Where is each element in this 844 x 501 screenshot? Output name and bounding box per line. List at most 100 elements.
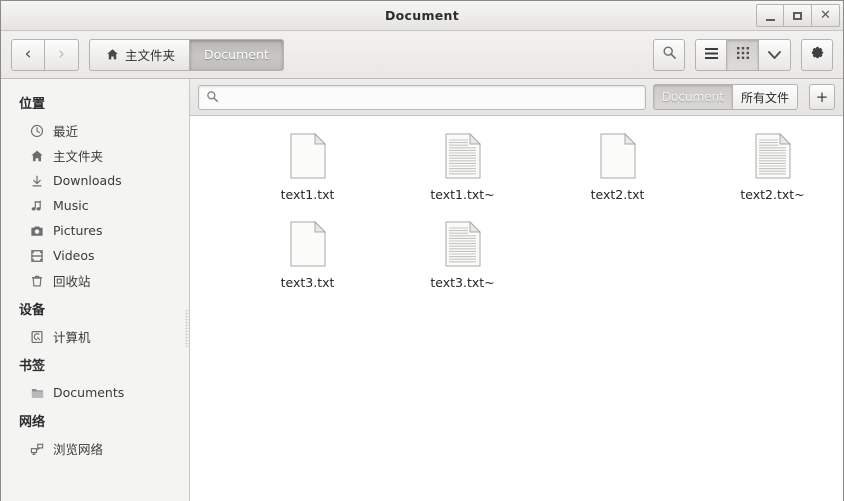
file-label: text1.txt~: [430, 187, 495, 202]
network-icon: [29, 441, 45, 457]
clock-icon: [29, 123, 45, 139]
file-label: text3.txt: [280, 275, 335, 290]
file-label: text2.txt~: [740, 187, 805, 202]
sidebar-section-devices-header: 设备: [19, 303, 46, 318]
sidebar: 位置 最近 主文件夹 Downloads Music Pictures Vide…: [1, 79, 190, 501]
sidebar-item-videos[interactable]: Videos: [1, 243, 189, 268]
forward-button[interactable]: ›: [45, 38, 79, 71]
content-pane: Document 所有文件 + text1.txt text1.txt~ text2…: [190, 79, 843, 501]
sidebar-item-downloads[interactable]: Downloads: [1, 168, 189, 193]
sidebar-item-pictures[interactable]: Pictures: [1, 218, 189, 243]
computer-icon: [29, 329, 45, 345]
minimize-icon: [765, 19, 775, 21]
view-options-button[interactable]: [759, 38, 791, 71]
sidebar-section-network-header: 网络: [19, 415, 46, 430]
sidebar-item-home[interactable]: 主文件夹: [1, 143, 189, 168]
file-area[interactable]: text1.txt text1.txt~ text2.txt text2.txt~ te…: [190, 116, 843, 501]
search-field[interactable]: [198, 84, 646, 110]
back-button[interactable]: ‹: [11, 38, 45, 71]
maximize-button[interactable]: [784, 4, 812, 27]
filter-tab-all-files[interactable]: 所有文件: [732, 84, 798, 110]
file-item[interactable]: text2.txt: [540, 128, 695, 208]
close-button[interactable]: ✕: [812, 4, 840, 27]
sidebar-item-trash[interactable]: 回收站: [1, 268, 189, 293]
view-mode-buttons: [695, 38, 791, 71]
settings-button[interactable]: [801, 38, 833, 71]
chevron-down-icon: [767, 45, 782, 64]
breadcrumb-item-document[interactable]: Document: [190, 38, 284, 71]
chevron-left-icon: ‹: [24, 44, 32, 64]
plus-icon: +: [815, 87, 829, 106]
home-icon: [104, 47, 120, 63]
download-icon: [29, 173, 45, 189]
file-grid: text1.txt text1.txt~ text2.txt text2.txt~ te…: [190, 128, 843, 296]
search-input[interactable]: [225, 90, 638, 104]
filter-tab-document-label: Document: [661, 90, 724, 104]
file-manager-window: Document ✕ ‹ › 主文件夹 Document 位置 最近 主文件夹 …: [0, 0, 844, 501]
text-document-icon: [442, 220, 484, 268]
list-view-icon: [704, 45, 719, 64]
chevron-right-icon: ›: [58, 44, 65, 64]
window-controls: ✕: [756, 4, 840, 27]
blank-document-icon: [287, 220, 329, 268]
sidebar-label-computer: 计算机: [53, 330, 91, 345]
film-icon: [29, 248, 45, 264]
navigation-buttons: ‹ ›: [11, 38, 79, 71]
file-label: text1.txt: [280, 187, 335, 202]
text-document-icon: [442, 132, 484, 180]
window-title: Document: [384, 8, 460, 23]
sidebar-label-music: Music: [53, 198, 89, 213]
file-item[interactable]: text3.txt~: [385, 216, 540, 296]
sidebar-item-computer[interactable]: 计算机: [1, 324, 189, 349]
minimize-button[interactable]: [756, 4, 784, 27]
sidebar-section-places-header: 位置: [19, 97, 46, 112]
breadcrumb-label-home: 主文件夹: [125, 48, 176, 63]
sidebar-label-recent: 最近: [53, 124, 79, 139]
file-label: text3.txt~: [430, 275, 495, 290]
folder-icon: [29, 385, 45, 401]
search-icon: [662, 45, 677, 64]
file-label: text2.txt: [590, 187, 645, 202]
filter-tab-all-files-label: 所有文件: [740, 90, 789, 105]
file-item[interactable]: text3.txt: [230, 216, 385, 296]
breadcrumb: 主文件夹 Document: [89, 38, 284, 71]
text-document-icon: [752, 132, 794, 180]
sidebar-section-bookmarks-header: 书签: [19, 359, 46, 374]
add-filter-button[interactable]: +: [809, 84, 835, 110]
blank-document-icon: [597, 132, 639, 180]
file-item[interactable]: text2.txt~: [695, 128, 843, 208]
maximize-icon: [793, 11, 802, 20]
search-bar: Document 所有文件 +: [190, 79, 843, 116]
music-note-icon: [29, 198, 45, 214]
sidebar-label-documents: Documents: [53, 385, 125, 400]
trash-icon: [29, 273, 45, 289]
sidebar-resize-handle[interactable]: [185, 309, 189, 347]
sidebar-label-videos: Videos: [53, 248, 95, 263]
window-body: 位置 最近 主文件夹 Downloads Music Pictures Vide…: [1, 79, 843, 501]
grid-view-icon: [736, 45, 750, 64]
grid-view-button[interactable]: [727, 38, 759, 71]
close-icon: ✕: [820, 8, 831, 23]
filter-tabs: Document 所有文件: [652, 84, 798, 110]
sidebar-label-home: 主文件夹: [53, 149, 104, 164]
main-toolbar: ‹ › 主文件夹 Document: [1, 31, 843, 79]
list-view-button[interactable]: [695, 38, 727, 71]
breadcrumb-item-home[interactable]: 主文件夹: [89, 38, 191, 71]
sidebar-item-browse-network[interactable]: 浏览网络: [1, 436, 189, 461]
file-item[interactable]: text1.txt: [230, 128, 385, 208]
sidebar-item-recent[interactable]: 最近: [1, 118, 189, 143]
camera-icon: [29, 223, 45, 239]
sidebar-item-documents[interactable]: Documents: [1, 380, 189, 405]
home-icon: [29, 148, 45, 164]
sidebar-label-pictures: Pictures: [53, 223, 103, 238]
filter-tab-document[interactable]: Document: [652, 84, 733, 110]
file-item[interactable]: text1.txt~: [385, 128, 540, 208]
sidebar-label-trash: 回收站: [53, 274, 91, 289]
search-toggle-button[interactable]: [653, 38, 685, 71]
sidebar-item-music[interactable]: Music: [1, 193, 189, 218]
search-icon: [206, 88, 219, 107]
breadcrumb-label-document: Document: [204, 47, 269, 62]
sidebar-label-browse-network: 浏览网络: [53, 442, 104, 457]
title-bar: Document ✕: [1, 1, 843, 31]
blank-document-icon: [287, 132, 329, 180]
